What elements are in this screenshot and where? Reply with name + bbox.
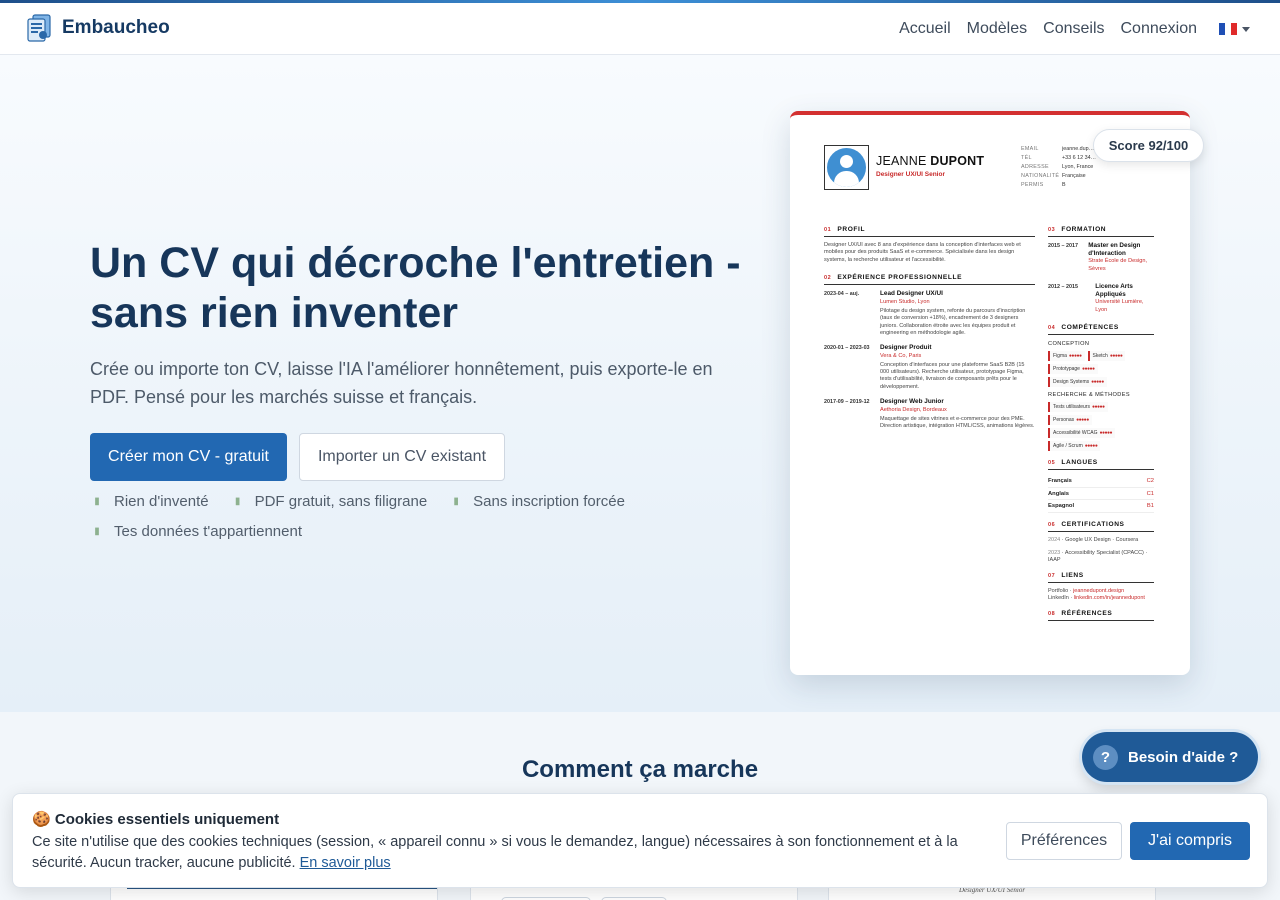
cv-section-profil: 01 PROFIL — [824, 226, 1035, 237]
cookie-title: 🍪 Cookies essentiels uniquement — [32, 811, 280, 828]
check-icon: ▮ — [94, 496, 100, 507]
nav-link-modeles[interactable]: Modèles — [967, 20, 1027, 38]
main-nav: Accueil Modèles Conseils Connexion — [899, 3, 1250, 55]
skill-tag: Tests utilisateurs ●●●●● — [1048, 402, 1108, 412]
cookie-icon: 🍪 — [32, 811, 51, 828]
cv-profile-text: Designer UX/UI avec 8 ans d'expérience d… — [824, 242, 1021, 263]
nav-link-conseils[interactable]: Conseils — [1043, 20, 1104, 38]
check-icon: ▮ — [234, 496, 241, 507]
language-row: Espagnol B1 — [1048, 500, 1154, 513]
cv-section-langues: 05 LANGUES — [1048, 459, 1154, 470]
document-stack-icon — [27, 14, 51, 42]
skill-tag: Sketch ●●●●● — [1087, 351, 1126, 361]
cv-job: 2020-01 – 2023-03 Designer Produit Vera &… — [824, 344, 1025, 390]
hero-subtitle: Crée ou importe ton CV, laisse l'IA l'am… — [90, 359, 713, 407]
check-icon: ▮ — [94, 526, 100, 537]
cookie-accept-button[interactable]: J'ai compris — [1130, 822, 1250, 860]
cv-section-competences: 04 COMPÉTENCES — [1048, 324, 1154, 335]
cookie-preferences-button[interactable]: Préférences — [1006, 822, 1122, 860]
cv-left-column: 01 PROFIL Designer UX/UI avec 8 ans d'exp… — [824, 226, 1035, 437]
cookie-text: Ce site n'utilise que des cookies techni… — [32, 834, 958, 871]
language-row: Anglais C1 — [1048, 488, 1154, 501]
create-cv-button[interactable]: Créer mon CV - gratuit — [90, 433, 287, 481]
cv-section-liens: 07 LIENS — [1048, 572, 1154, 583]
cv-link: LinkedIn · linkedin.com/in/jeannedupont — [1048, 594, 1145, 601]
cookie-learn-more-link[interactable]: En savoir plus — [300, 855, 391, 871]
question-icon: ? — [1093, 744, 1118, 770]
cv-section-certifications: 06 CERTIFICATIONS — [1048, 521, 1154, 532]
cookie-banner: 🍪 Cookies essentiels uniquement Ce site … — [12, 793, 1268, 888]
cv-photo — [824, 145, 869, 190]
nav-link-connexion[interactable]: Connexion — [1121, 20, 1198, 38]
check-icon: ▮ — [453, 496, 459, 507]
cv-section-formation: 03 FORMATION — [1048, 226, 1154, 237]
cv-name: JEANNE DUPONT — [876, 154, 985, 168]
user-avatar-icon — [827, 148, 866, 187]
skill-tag: Agile / Scrum ●●●●● — [1048, 441, 1101, 451]
hero-title: Un CV qui décroche l'entretien - sans ri… — [90, 239, 741, 337]
cv-preview-card: JEANNE DUPONT Designer UX/UI Senior EMAI… — [790, 111, 1190, 675]
flag-fr-icon — [1219, 23, 1237, 35]
feature-item: ▮ Rien d'inventé — [90, 493, 208, 511]
skill-tag: Figma ●●●●● — [1048, 351, 1085, 361]
cv-link: Portfolio · jeannedupont.design — [1048, 587, 1125, 594]
nav-link-accueil[interactable]: Accueil — [899, 20, 951, 38]
certification-item: 2023 · Accessibility Specialist (CPACC) … — [1048, 549, 1148, 563]
help-button[interactable]: ? Besoin d'aide ? — [1082, 732, 1258, 782]
feature-item: ▮ Tes données t'appartiennent — [90, 523, 302, 541]
cv-right-column: 03 FORMATION 2015 – 2017 Master en Design… — [1048, 226, 1154, 626]
language-row: Français C2 — [1048, 475, 1154, 488]
cv-section-experience: 02 EXPÉRIENCE PROFESSIONNELLE — [824, 274, 1035, 286]
navbar: Embaucheo Accueil Modèles Conseils Conne… — [0, 3, 1280, 55]
cv-job: 2017-09 – 2019-12 Designer Web Junior Aet… — [824, 397, 1035, 430]
cv-role: Designer UX/UI Senior — [876, 171, 945, 178]
skill-tag: Personas ●●●●● — [1048, 415, 1092, 425]
skill-tag: Prototypage ●●●●● — [1048, 364, 1098, 374]
skill-tag: Design Systems ●●●●● — [1048, 377, 1107, 387]
cv-section-references: 08 RÉFÉRENCES — [1048, 610, 1154, 621]
chevron-down-icon — [1242, 26, 1250, 32]
cv-education-item: 2015 – 2017 Master en Design d'Interacti… — [1048, 242, 1148, 272]
cv-score-badge: Score 92/100 — [1093, 129, 1204, 162]
cv-job: 2023-04 – auj. Lead Designer UX/UI Lumen … — [824, 290, 1026, 336]
feature-item: ▮ Sans inscription forcée — [449, 493, 625, 511]
import-cv-button[interactable]: Importer un CV existant — [299, 433, 505, 481]
certification-item: 2024 · Google UX Design · Coursera — [1048, 536, 1139, 543]
feature-list: ▮ Rien d'inventé ▮ PDF gratuit, sans filig… — [90, 493, 650, 541]
language-selector[interactable] — [1219, 23, 1250, 35]
feature-item: ▮ PDF gratuit, sans filigrane — [231, 493, 427, 511]
hero-section: Un CV qui décroche l'entretien - sans ri… — [0, 55, 1280, 712]
brand-name: Embaucheo — [62, 17, 170, 38]
brand-home-link[interactable]: Embaucheo — [24, 12, 170, 44]
cv-education-item: 2012 – 2015 Licence Arts Appliqués Univer… — [1048, 283, 1144, 313]
skill-tag: Accessibilité WCAG ●●●●● — [1048, 428, 1116, 438]
